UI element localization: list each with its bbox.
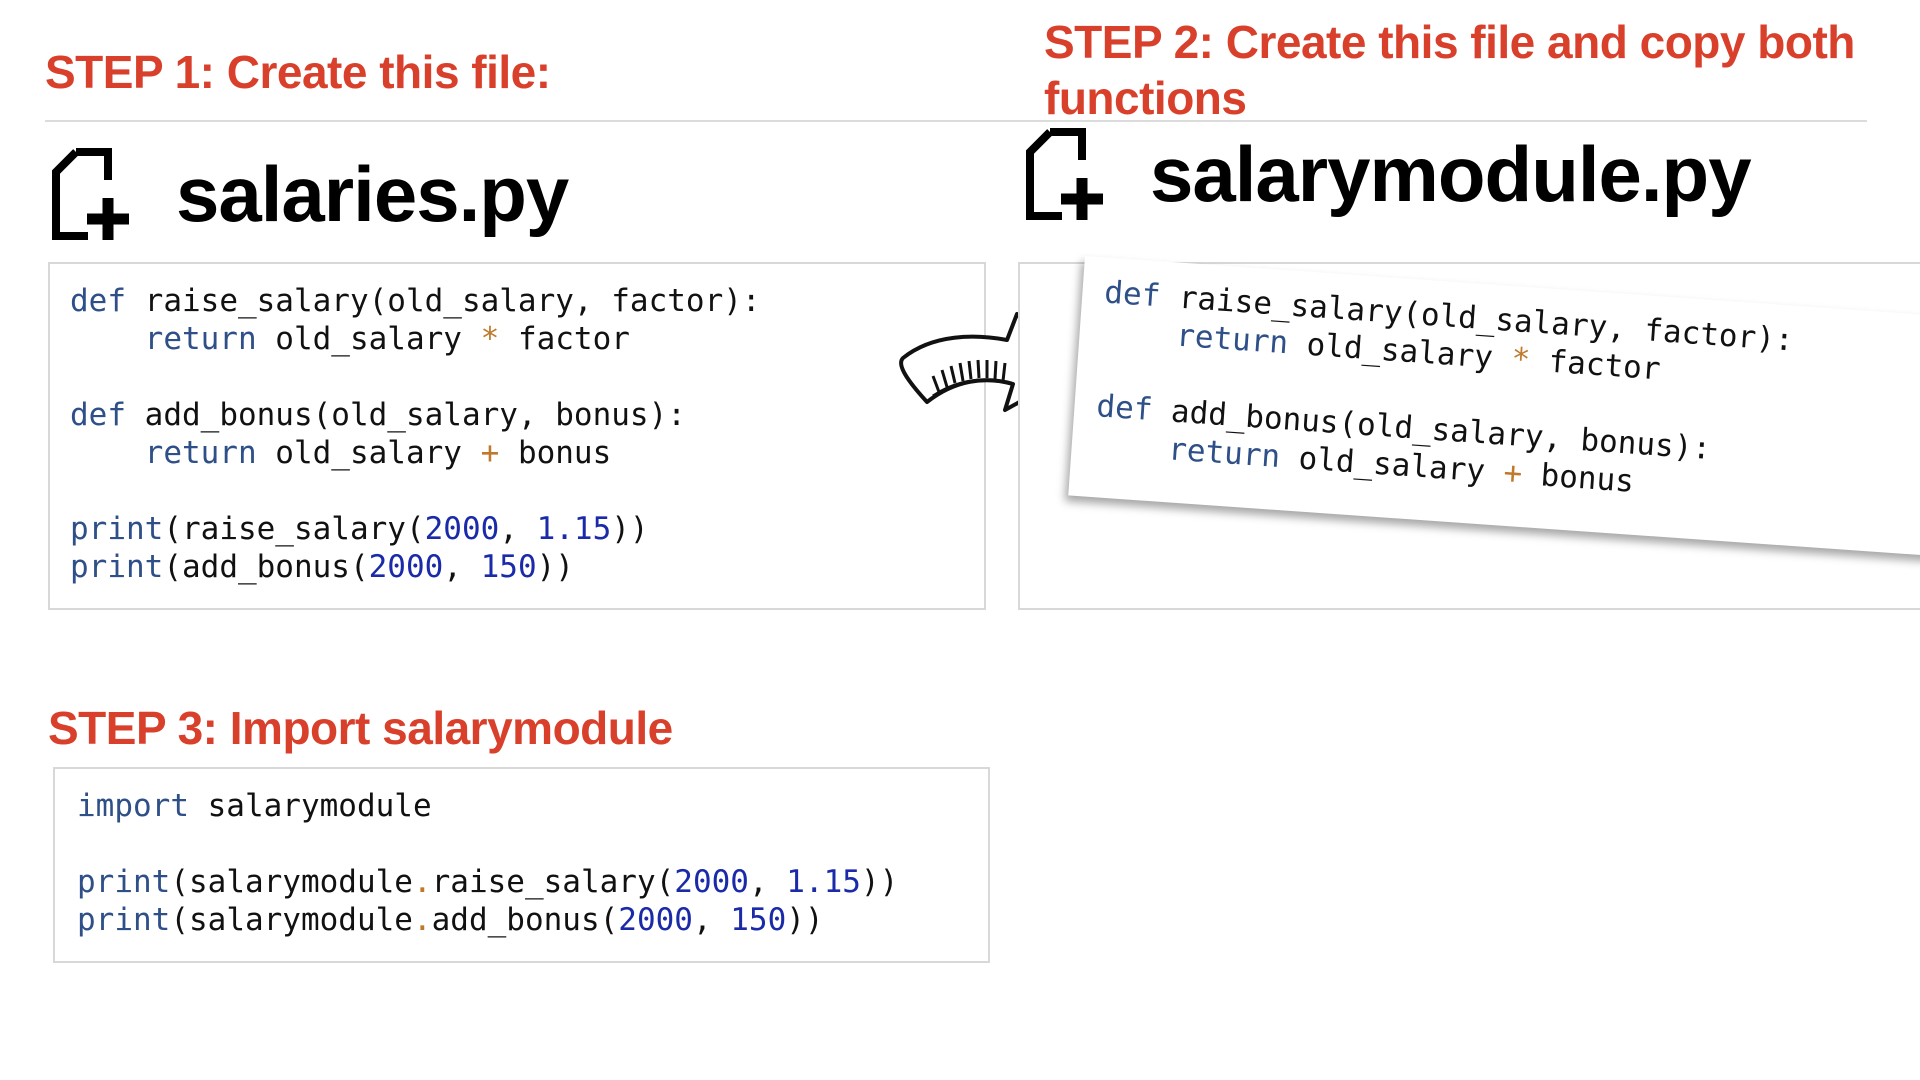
file-name-salarymodule: salarymodule.py (1150, 129, 1752, 218)
salaries-code-box: def raise_salary(old_salary, factor): re… (48, 262, 986, 610)
file-add-icon (1026, 128, 1103, 220)
salarymodule-file-header: salarymodule.py (1022, 126, 1752, 222)
step3-title: STEP 3: Import salarymodule (48, 702, 673, 754)
salarymodule-code: def raise_salary(old_salary, factor): re… (1095, 274, 1795, 500)
step1-title: STEP 1: Create this file: (45, 46, 551, 98)
step2-title: STEP 2: Create this file and copy both f… (1044, 16, 1855, 125)
salaries-file-header: salaries.py (48, 146, 569, 242)
divider (45, 120, 1867, 122)
file-add-icon (52, 148, 129, 240)
file-name-salaries: salaries.py (176, 149, 569, 238)
import-code-box: import salarymodule print(salarymodule.r… (53, 767, 990, 963)
import-code: import salarymodule print(salarymodule.r… (77, 788, 899, 938)
salaries-code: def raise_salary(old_salary, factor): re… (70, 283, 761, 585)
